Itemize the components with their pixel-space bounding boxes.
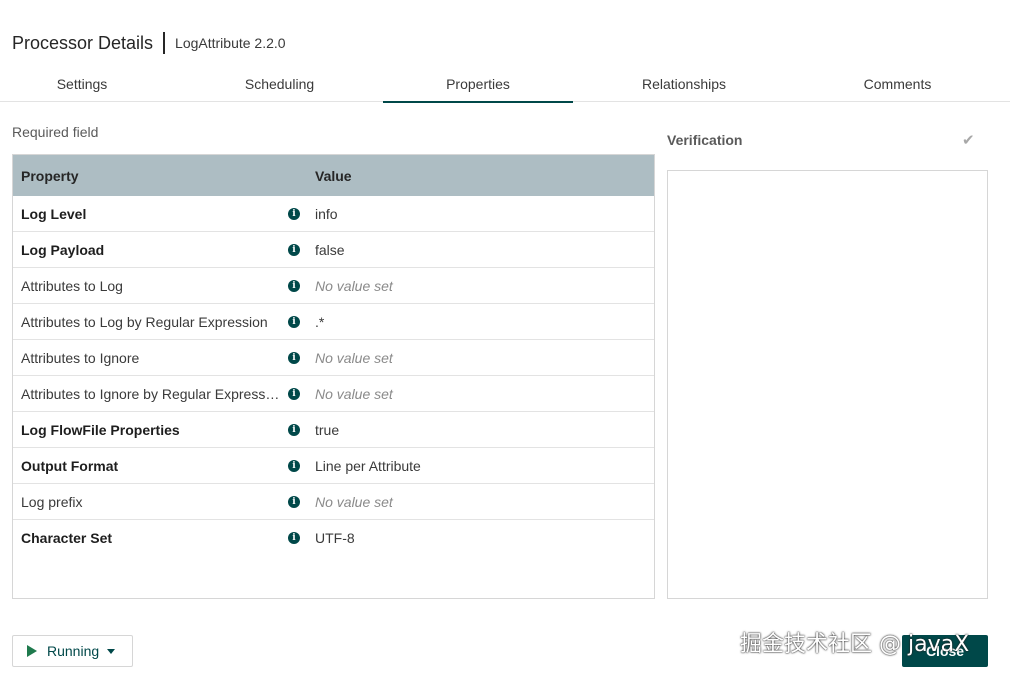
property-name: Attributes to Log by Regular Expression (21, 313, 268, 330)
info-icon-wrap[interactable]: i (281, 243, 307, 256)
tab-properties[interactable]: Properties (383, 66, 573, 103)
dialog-header: Processor Details LogAttribute 2.2.0 (12, 30, 286, 56)
play-icon (27, 645, 37, 657)
title-separator (163, 32, 166, 54)
property-value[interactable]: No value set (307, 494, 393, 510)
property-value[interactable]: info (307, 206, 338, 222)
table-row[interactable]: Attributes to Log i No value set (13, 268, 654, 304)
processor-type: LogAttribute 2.2.0 (175, 35, 286, 51)
properties-table: Property Value Log Level i info Log Payl… (12, 154, 655, 599)
info-icon[interactable]: i (288, 279, 300, 292)
info-icon[interactable]: i (288, 495, 300, 508)
property-name: Character Set (21, 530, 113, 546)
info-icon-wrap[interactable]: i (281, 207, 307, 220)
property-value[interactable]: No value set (307, 278, 393, 294)
info-icon-wrap[interactable]: i (281, 351, 307, 364)
property-value[interactable]: true (307, 422, 339, 438)
watermark: 掘金技术社区 @ javaX (740, 632, 970, 657)
property-name: Log Level (21, 205, 87, 222)
verification-label: Verification (667, 132, 743, 148)
info-icon[interactable]: i (288, 532, 300, 544)
check-icon[interactable]: ✔ (962, 131, 975, 149)
property-name: Attributes to Ignore by Regular Expressi… (21, 385, 281, 402)
chevron-down-icon (107, 648, 116, 654)
table-row[interactable]: Output Format i Line per Attribute (13, 448, 654, 484)
table-header: Property Value (13, 155, 654, 196)
verification-results-panel (667, 170, 988, 599)
property-name: Attributes to Ignore (21, 349, 140, 366)
property-value[interactable]: false (307, 242, 345, 258)
table-row[interactable]: Attributes to Ignore by Regular Expressi… (13, 376, 654, 412)
property-value[interactable]: No value set (307, 350, 393, 366)
info-icon[interactable]: i (288, 207, 300, 220)
info-icon-wrap[interactable]: i (281, 315, 307, 328)
info-icon[interactable]: i (288, 351, 300, 364)
property-value[interactable]: No value set (307, 386, 393, 402)
info-icon-wrap[interactable]: i (281, 423, 307, 436)
run-status-button[interactable]: Running (12, 635, 133, 667)
property-name: Attributes to Log (21, 277, 123, 294)
run-status-label: Running (47, 643, 100, 659)
tab-relationships[interactable]: Relationships (573, 66, 795, 102)
dialog-title: Processor Details (12, 32, 154, 53)
table-row[interactable]: Character Set i UTF-8 (13, 520, 654, 556)
info-icon[interactable]: i (288, 387, 300, 400)
info-icon-wrap[interactable]: i (281, 532, 307, 544)
tab-settings[interactable]: Settings (0, 66, 164, 102)
table-row[interactable]: Attributes to Log by Regular Expression … (13, 304, 654, 340)
info-icon-wrap[interactable]: i (281, 495, 307, 508)
tab-bar: Settings Scheduling Properties Relations… (0, 66, 1010, 103)
header-property: Property (21, 167, 79, 184)
table-row[interactable]: Attributes to Ignore i No value set (13, 340, 654, 376)
tab-scheduling[interactable]: Scheduling (164, 66, 395, 102)
table-row[interactable]: Log FlowFile Properties i true (13, 412, 654, 448)
property-value[interactable]: Line per Attribute (307, 458, 421, 474)
property-value[interactable]: UTF-8 (307, 530, 355, 546)
info-icon[interactable]: i (288, 423, 300, 436)
property-name: Log Payload (21, 241, 105, 258)
info-icon[interactable]: i (288, 243, 300, 256)
info-icon[interactable]: i (288, 315, 300, 328)
info-icon-wrap[interactable]: i (281, 459, 307, 472)
property-name: Log FlowFile Properties (21, 421, 180, 438)
info-icon-wrap[interactable]: i (281, 387, 307, 400)
tab-comments[interactable]: Comments (795, 66, 1000, 102)
info-icon-wrap[interactable]: i (281, 279, 307, 292)
table-row[interactable]: Log Payload i false (13, 232, 654, 268)
required-field-label: Required field (12, 124, 99, 140)
table-row[interactable]: Log prefix i No value set (13, 484, 654, 520)
header-value: Value (315, 167, 352, 184)
property-name: Output Format (21, 457, 119, 474)
property-value[interactable]: .* (307, 314, 324, 330)
property-name: Log prefix (21, 493, 83, 510)
table-row[interactable]: Log Level i info (13, 196, 654, 232)
info-icon[interactable]: i (288, 459, 300, 472)
